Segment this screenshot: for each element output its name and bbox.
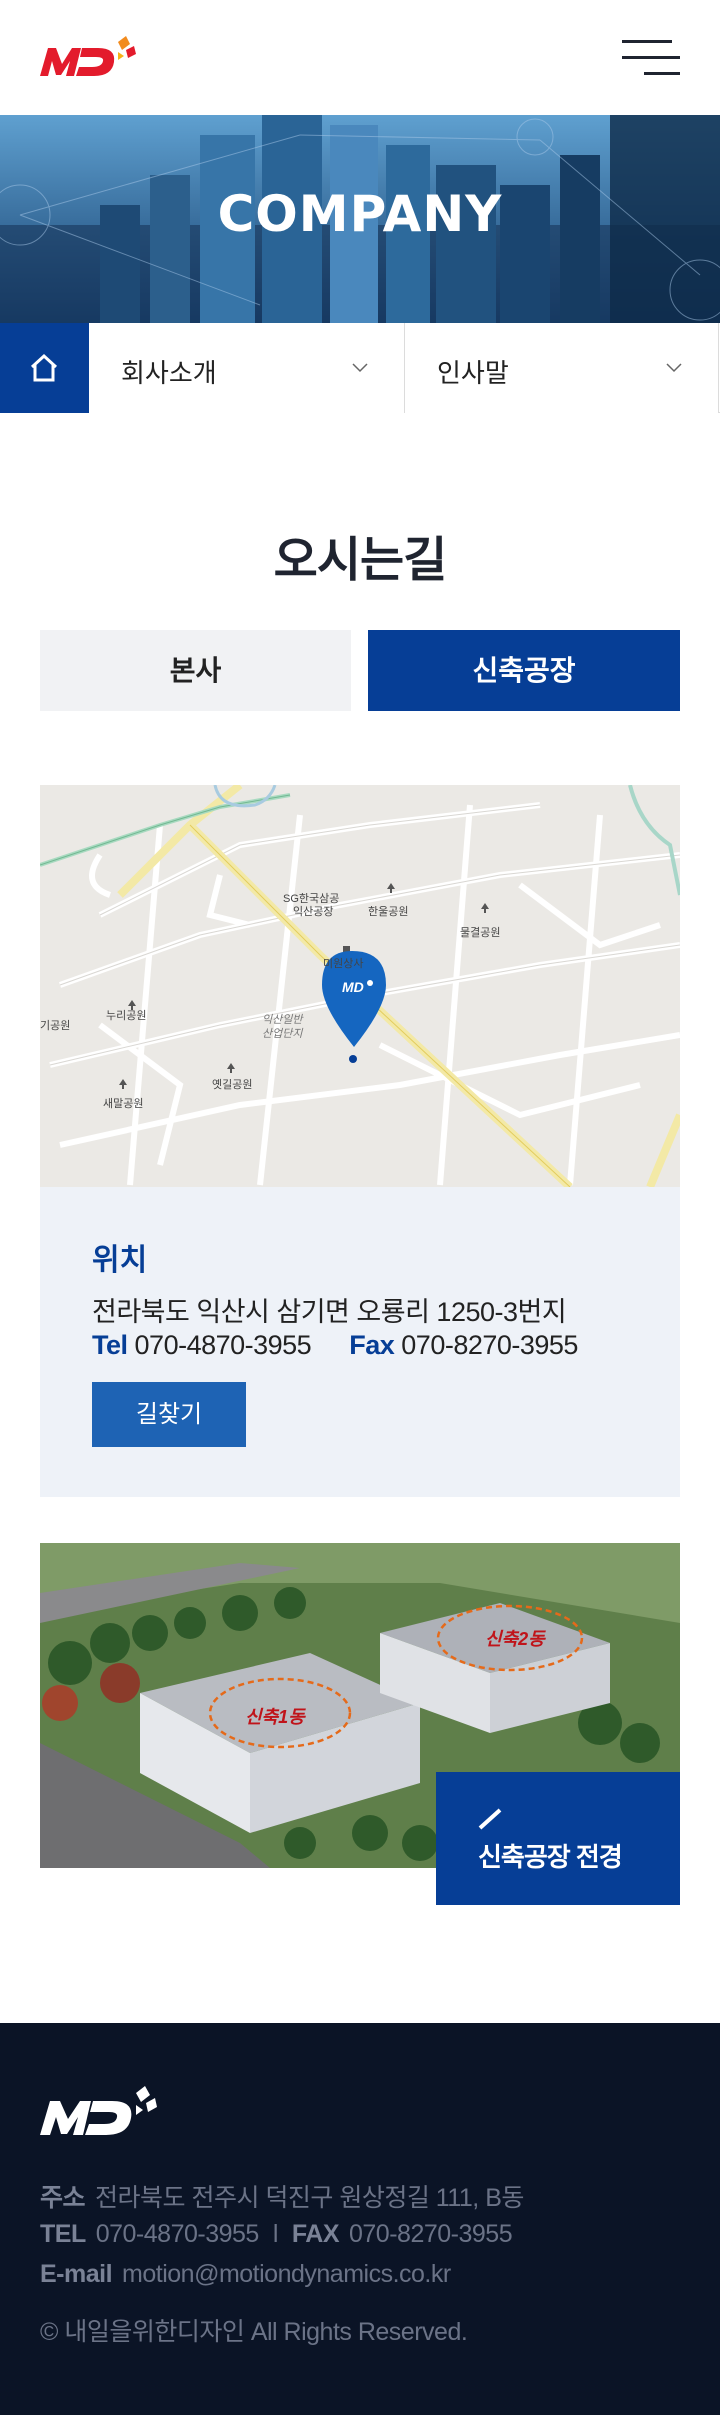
page-dropdown-label: 인사말 xyxy=(437,358,509,388)
footer-email-label: E-mail xyxy=(40,2260,113,2288)
footer-tel-value: 070-4870-3955 xyxy=(95,2220,260,2248)
md-logo[interactable] xyxy=(38,34,142,84)
footer-address: 주소 전라북도 전주시 덕진구 원상정길 111, B동 xyxy=(40,2178,524,2214)
location-address: 전라북도 익산시 삼기면 오룡리 1250-3번지 xyxy=(92,1297,567,1327)
map-label: 미원상사 xyxy=(323,958,364,970)
home-icon xyxy=(30,353,58,382)
map-streets: MD xyxy=(40,785,680,1187)
location-heading: 위치 xyxy=(92,1244,148,1277)
home-button[interactable] xyxy=(0,323,89,413)
hamburger-menu-icon[interactable] xyxy=(620,38,682,78)
fax-label: Fax xyxy=(349,1330,395,1360)
tel-value: 070-4870-3955 xyxy=(134,1330,312,1360)
svg-text:MD: MD xyxy=(342,979,364,995)
location-contact: Tel 070-4870-3955 Fax 070-8270-3955 xyxy=(92,1330,578,1361)
tab-headquarters[interactable]: 본사 xyxy=(40,630,351,711)
fax-value: 070-8270-3955 xyxy=(401,1330,578,1360)
sub-navigation: 회사소개 인사말 xyxy=(0,323,720,413)
location-map[interactable]: MD SG한국삼공 익산공장 한울공원 물결공원 미원상사 누리공원 기공원 익… xyxy=(40,785,680,1187)
map-label: 기공원 xyxy=(40,1020,71,1032)
hero-title: COMPANY xyxy=(217,185,503,243)
category-dropdown[interactable]: 회사소개 xyxy=(89,323,405,413)
chevron-down-icon xyxy=(666,363,682,373)
footer-email: E-mail motion@motiondynamics.co.kr xyxy=(40,2260,451,2289)
category-dropdown-label: 회사소개 xyxy=(121,358,217,388)
tab-new-factory[interactable]: 신축공장 xyxy=(368,630,680,711)
footer-copyright: © 내일을위한디자인 All Rights Reserved. xyxy=(40,2318,468,2346)
factory-view-button[interactable]: 신축공장 전경 xyxy=(436,1772,680,1905)
footer-separator: l xyxy=(272,2220,279,2248)
footer-md-logo xyxy=(40,2086,157,2135)
slash-icon xyxy=(478,1808,502,1830)
footer-fax-label: FAX xyxy=(291,2220,340,2248)
hero-banner: COMPANY xyxy=(0,115,720,323)
site-footer: 주소 전라북도 전주시 덕진구 원상정길 111, B동 TEL 070-4870-… xyxy=(0,2023,720,2415)
tel-label: Tel xyxy=(92,1330,128,1360)
footer-address-value: 전라북도 전주시 덕진구 원상정길 111, B동 xyxy=(95,2184,524,2212)
directions-button[interactable]: 길찾기 xyxy=(92,1382,246,1447)
building-2-label: 신축2동 xyxy=(485,1629,545,1649)
map-label: 새말공원 xyxy=(103,1098,144,1110)
map-label: 물결공원 xyxy=(460,927,501,939)
footer-tel-label: TEL xyxy=(40,2220,86,2248)
chevron-down-icon xyxy=(352,363,368,373)
map-label: 산업단지 xyxy=(262,1028,303,1040)
factory-view-label: 신축공장 전경 xyxy=(478,1842,623,1872)
map-label: 누리공원 xyxy=(106,1010,147,1022)
page-title: 오시는길 xyxy=(273,534,448,587)
building-1-label: 신축1동 xyxy=(245,1707,305,1727)
footer-email-link[interactable]: motion@motiondynamics.co.kr xyxy=(122,2260,451,2288)
page-dropdown[interactable]: 인사말 xyxy=(405,323,719,413)
map-label: 익산공장 xyxy=(293,906,334,918)
location-info: 위치 전라북도 익산시 삼기면 오룡리 1250-3번지 Tel 070-487… xyxy=(40,1187,680,1497)
footer-phone-fax: TEL 070-4870-3955 l FAX 070-8270-3955 xyxy=(40,2220,513,2249)
footer-fax-value: 070-8270-3955 xyxy=(349,2220,513,2248)
footer-address-label: 주소 xyxy=(40,2184,86,2212)
site-header xyxy=(0,0,720,115)
map-label: 옛길공원 xyxy=(212,1079,253,1091)
map-label: 한울공원 xyxy=(368,906,409,918)
